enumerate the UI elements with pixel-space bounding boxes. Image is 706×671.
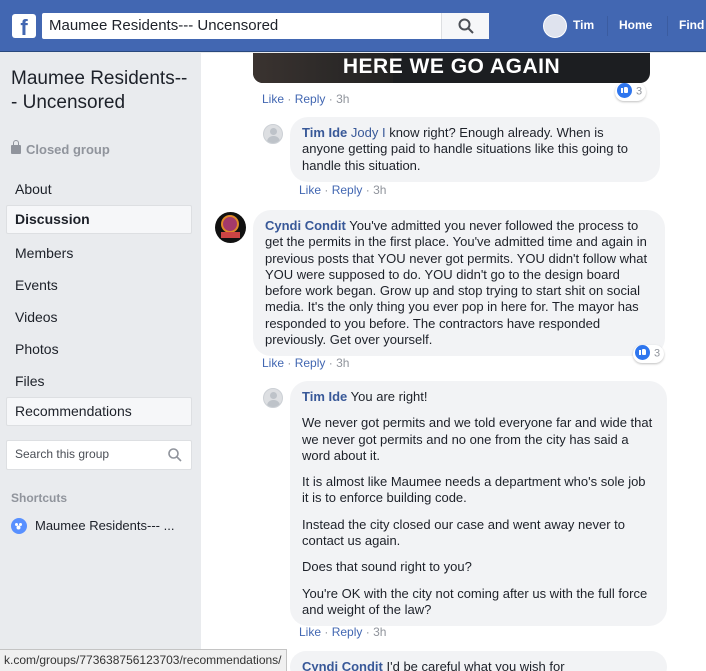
post-actions: Like · Reply · 3h [262, 92, 349, 106]
video-thumbnail[interactable]: HERE WE GO AGAIN [253, 53, 650, 83]
timestamp[interactable]: 3h [373, 183, 386, 197]
separator: · [287, 356, 292, 370]
comment-paragraph: Instead the city closed our case and wen… [302, 516, 626, 549]
comment-bubble: Cyndi Condit You've admitted you never f… [253, 210, 665, 357]
reply-link[interactable]: Reply [295, 92, 326, 106]
avatar[interactable] [215, 212, 246, 243]
comment-paragraph: It is almost like Maumee needs a departm… [302, 474, 646, 506]
facebook-logo[interactable]: f [12, 14, 36, 38]
like-link[interactable]: Like [299, 183, 321, 197]
link-preview-url: k.com/groups/773638756123703/recommendat… [0, 649, 287, 671]
comment-text: You are right! [347, 389, 428, 404]
like-icon [635, 345, 650, 360]
comment-actions: Like · Reply · 3h [299, 625, 386, 639]
group-icon [11, 517, 27, 534]
separator: · [328, 92, 333, 106]
global-search-input[interactable]: Maumee Residents--- Uncensored [42, 13, 489, 39]
avatar[interactable] [263, 124, 283, 144]
reply-link[interactable]: Reply [332, 625, 363, 639]
sidebar-item-videos[interactable]: Videos [6, 303, 192, 332]
shortcuts-heading: Shortcuts [11, 491, 68, 505]
comment-paragraph: You're OK with the city not coming after… [302, 585, 648, 617]
comment-bubble: Tim Ide You are right! We never got perm… [290, 381, 667, 627]
group-privacy: Closed group [11, 140, 110, 157]
profile-link[interactable]: Tim [573, 18, 594, 32]
sidebar-item-about[interactable]: About [6, 175, 192, 204]
comment-author[interactable]: Cyndi Condit [265, 218, 346, 233]
group-search-field[interactable] [6, 440, 192, 470]
comment-text: I'd be careful what you wish for [382, 659, 565, 671]
reply-link[interactable]: Reply [332, 183, 363, 197]
comment-author[interactable]: Tim Ide [302, 389, 347, 404]
timestamp[interactable]: 3h [336, 92, 349, 106]
like-link[interactable]: Like [262, 356, 284, 370]
comment-author[interactable]: Cyndi Condit [302, 659, 383, 671]
comment-author[interactable]: Tim Ide [302, 125, 347, 140]
privacy-label: Closed group [26, 142, 110, 157]
shortcut-group-link[interactable]: Maumee Residents--- ... [11, 517, 175, 535]
top-navigation-bar: f Maumee Residents--- Uncensored Tim Hom… [0, 0, 706, 52]
nav-divider [667, 16, 668, 36]
group-sidebar: Maumee Residents--- Uncensored Closed gr… [0, 53, 200, 671]
like-link[interactable]: Like [262, 92, 284, 106]
group-title[interactable]: Maumee Residents--- Uncensored [11, 67, 191, 115]
search-value: Maumee Residents--- Uncensored [49, 17, 279, 34]
sidebar-item-photos[interactable]: Photos [6, 335, 192, 364]
reaction-number: 3 [636, 85, 643, 98]
like-link[interactable]: Like [299, 625, 321, 639]
home-link[interactable]: Home [619, 18, 652, 32]
comment-bubble: Cyndi Condit I'd be careful what you wis… [290, 651, 667, 671]
sidebar-item-recommendations[interactable]: Recommendations [6, 397, 192, 426]
group-search-input[interactable] [15, 447, 165, 461]
like-icon [617, 83, 632, 98]
separator: · [365, 183, 370, 197]
separator: · [328, 356, 333, 370]
sidebar-item-discussion[interactable]: Discussion [6, 205, 192, 234]
sidebar-item-members[interactable]: Members [6, 239, 192, 268]
nav-divider [607, 16, 608, 36]
mentioned-user[interactable]: Jody I [351, 125, 386, 140]
sidebar-item-events[interactable]: Events [6, 271, 192, 300]
sidebar-item-files[interactable]: Files [6, 367, 192, 396]
comment-actions: Like · Reply · 3h [262, 356, 349, 370]
separator: · [365, 625, 370, 639]
search-button[interactable] [441, 13, 489, 39]
discussion-feed: HERE WE GO AGAIN Like · Reply · 3h 3 Tim… [201, 53, 706, 671]
timestamp[interactable]: 3h [373, 625, 386, 639]
separator: · [324, 625, 329, 639]
separator: · [287, 92, 292, 106]
find-friends-link[interactable]: Find [679, 18, 704, 32]
lock-icon [11, 140, 21, 154]
reaction-count[interactable]: 3 [615, 83, 647, 101]
separator: · [324, 183, 329, 197]
comment-bubble: Tim Ide Jody I know right? Enough alread… [290, 117, 660, 182]
comment-paragraph: We never got permits and we told everyon… [302, 415, 653, 463]
comment-text: You've admitted you never followed the p… [265, 218, 648, 348]
reaction-number: 3 [654, 347, 661, 360]
timestamp[interactable]: 3h [336, 356, 349, 370]
comment-actions: Like · Reply · 3h [299, 183, 386, 197]
user-avatar[interactable] [543, 14, 567, 38]
comment-paragraph: Does that sound right to you? [302, 559, 472, 575]
search-icon [458, 18, 474, 34]
shortcut-label: Maumee Residents--- ... [35, 518, 175, 533]
search-icon [168, 448, 182, 462]
video-caption: HERE WE GO AGAIN [342, 55, 561, 78]
reaction-count[interactable]: 3 [633, 345, 665, 363]
avatar[interactable] [263, 388, 283, 408]
reply-link[interactable]: Reply [295, 356, 326, 370]
